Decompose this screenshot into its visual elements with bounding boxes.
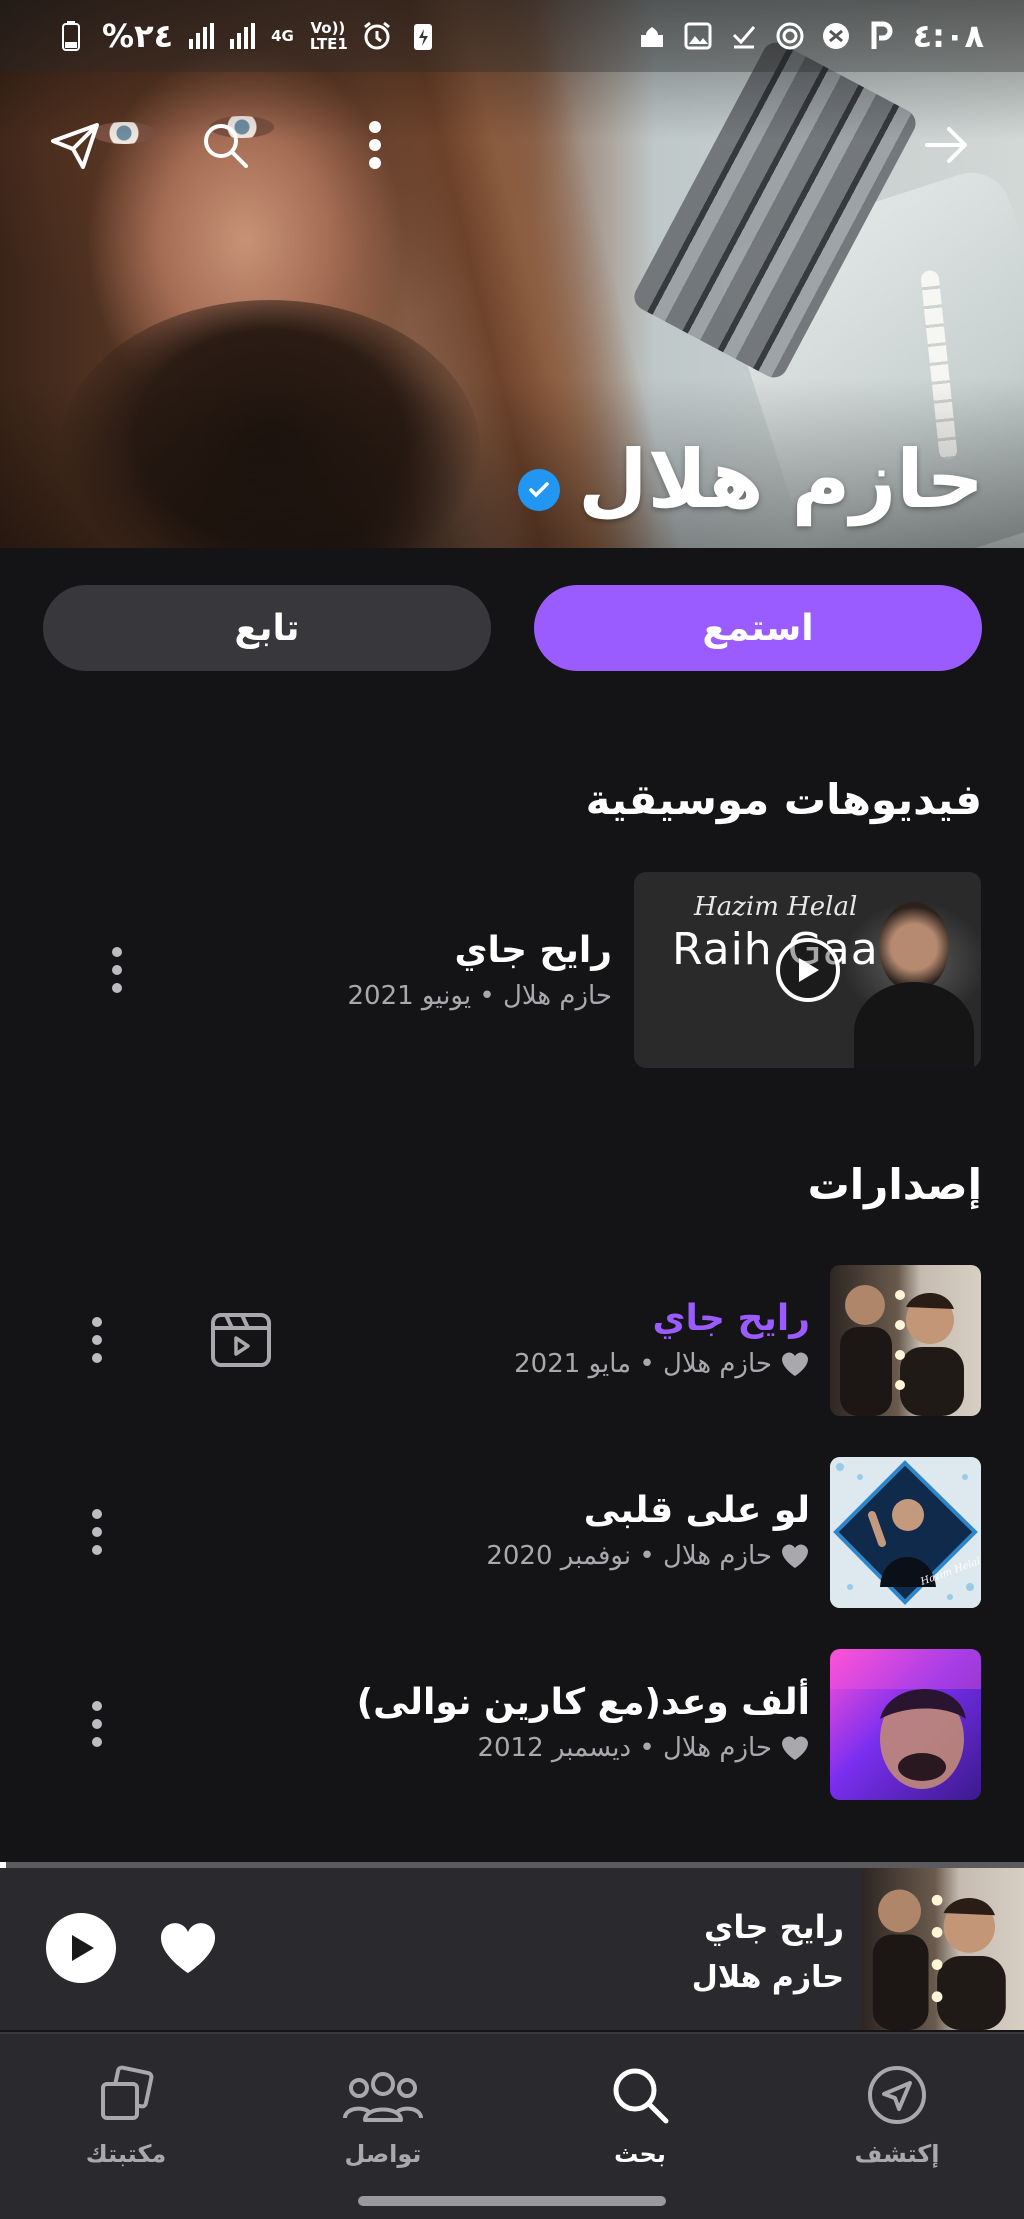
heart-icon[interactable] <box>780 1734 810 1762</box>
play-icon <box>72 1935 94 1961</box>
home-indicator[interactable] <box>358 2196 666 2206</box>
release-title: ألف وعد(مع كارين نوالى) <box>356 1682 810 1723</box>
release-item[interactable]: ألف وعد(مع كارين نوالى) حازم هلال • ديسم… <box>357 1682 810 1763</box>
compass-icon <box>868 2066 926 2124</box>
now-playing-artist: حازم هلال <box>691 1960 844 1995</box>
network-type: 4G <box>271 27 294 45</box>
listen-button[interactable]: استمع <box>534 585 982 671</box>
battery-percent: %٢٤ <box>102 17 174 55</box>
tab-library[interactable]: مكتبتك <box>46 2064 206 2168</box>
send-icon <box>51 123 99 169</box>
tab-discover[interactable]: إكتشف <box>817 2064 977 2168</box>
artist-name: حازم هلال <box>518 440 984 520</box>
heart-icon <box>160 1923 216 1973</box>
video-thumbnail[interactable]: Hazim Helal Raih Gaai <box>634 872 981 1068</box>
release-more-button[interactable] <box>77 1305 117 1375</box>
album-cover[interactable] <box>830 1265 981 1416</box>
video-item[interactable]: رايح جاي حازم هلال • يونيو 2021 <box>347 930 612 1011</box>
people-icon <box>343 2072 423 2122</box>
volte-indicator: Vo)) LTE1 <box>309 19 348 53</box>
alarm-icon <box>362 21 392 51</box>
video-more-button[interactable] <box>97 935 137 1005</box>
download-done-icon <box>729 21 759 51</box>
bottom-navigation: إكتشف بحث تواصل مكتبتك <box>0 2032 1024 2219</box>
status-time: ٤:٠٨ <box>912 17 984 55</box>
album-cover[interactable]: Hazim Helal <box>830 1457 981 1608</box>
search-icon <box>613 2068 669 2124</box>
now-playing-title: رايح جاي <box>703 1908 844 1946</box>
status-bar: %٢٤ 4G Vo)) LTE1 ٤:٠٨ <box>0 0 1024 72</box>
verified-badge-icon <box>518 469 561 511</box>
search-icon <box>204 124 248 168</box>
battery-icon <box>56 21 86 51</box>
heart-icon[interactable] <box>780 1350 810 1378</box>
back-button[interactable] <box>912 110 982 180</box>
video-subtitle: حازم هلال • يونيو 2021 <box>347 981 612 1011</box>
follow-button[interactable]: تابع <box>43 585 491 671</box>
parking-app-icon <box>867 21 897 51</box>
release-subtitle: حازم هلال • نوفمبر 2020 <box>486 1541 772 1571</box>
signal-icon <box>230 23 256 49</box>
more-options-button[interactable] <box>340 110 410 180</box>
artist-name-text: حازم هلال <box>578 433 984 526</box>
library-icon <box>101 2065 154 2120</box>
release-subtitle: حازم هلال • مايو 2021 <box>514 1349 772 1379</box>
release-item[interactable]: لو على قلبى حازم هلال • نوفمبر 2020 <box>486 1490 810 1571</box>
play-button[interactable] <box>46 1913 116 1983</box>
signal-icon <box>189 23 215 49</box>
battery-saver-icon <box>408 21 438 51</box>
releases-heading: إصدارات <box>807 1160 982 1209</box>
arrow-right-icon <box>925 127 967 163</box>
tab-connect[interactable]: تواصل <box>303 2064 463 2168</box>
release-more-button[interactable] <box>77 1689 117 1759</box>
thumb-script-text: Hazim Helal <box>694 892 858 922</box>
heart-icon[interactable] <box>780 1542 810 1570</box>
release-title: لو على قلبى <box>583 1490 810 1531</box>
release-title: رايح جاي <box>652 1298 810 1339</box>
app-notification-icon <box>821 21 851 51</box>
search-button[interactable] <box>190 110 260 180</box>
mini-player[interactable]: رايح جاي حازم هلال <box>0 1868 1024 2030</box>
share-button[interactable] <box>40 110 110 180</box>
gallery-icon <box>683 21 713 51</box>
tab-search[interactable]: بحث <box>560 2064 720 2168</box>
more-vertical-icon <box>369 121 381 169</box>
video-available-icon[interactable] <box>210 1312 272 1368</box>
release-item[interactable]: رايح جاي حازم هلال • مايو 2021 <box>514 1298 810 1379</box>
album-cover[interactable] <box>830 1649 981 1800</box>
release-more-button[interactable] <box>77 1497 117 1567</box>
video-title: رايح جاي <box>454 930 612 971</box>
app-notification-icon <box>775 21 805 51</box>
play-icon[interactable] <box>776 938 840 1002</box>
now-playing-cover <box>862 1868 1024 2030</box>
music-videos-heading: فيديوهات موسيقية <box>585 775 982 824</box>
mosque-icon <box>637 21 667 51</box>
release-subtitle: حازم هلال • ديسمبر 2012 <box>477 1733 772 1763</box>
like-button[interactable] <box>158 1920 218 1976</box>
